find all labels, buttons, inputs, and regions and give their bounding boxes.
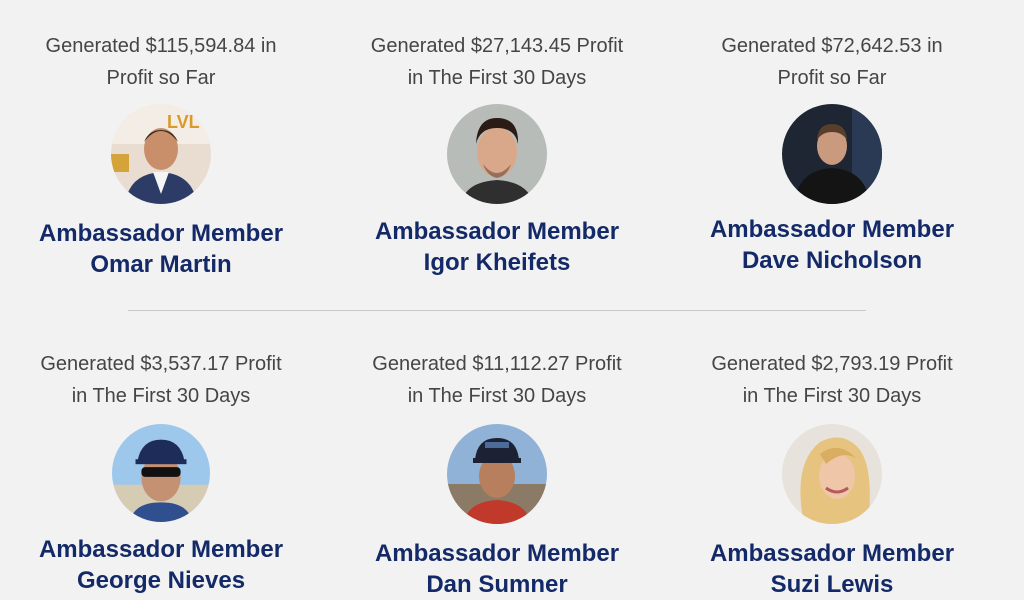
avatar-omar-martin: LVL [111,104,211,204]
member-title: Ambassador Member [374,218,620,245]
avatar-dave-nicholson [782,104,882,204]
testimonial-card-dan-sumner: Generated $11,112.27 Profit in The First … [347,348,647,600]
member-name: Igor Kheifets [423,249,571,276]
member-title: Ambassador Member [38,536,284,563]
member-name: Dan Sumner [426,571,568,598]
member-title: Ambassador Member [709,216,955,243]
avatar-george-nieves [112,424,210,522]
avatar-igor-kheifets [447,104,547,204]
testimonial-card-igor-kheifets: Generated $27,143.45 Profit in The First … [347,30,647,278]
profit-text: Generated $27,143.45 Profit in The First … [370,35,624,89]
member-name: Dave Nicholson [741,247,923,274]
profit-text: Generated $11,112.27 Profit in The First … [372,353,622,407]
section-divider [128,310,866,311]
member-name: George Nieves [76,567,246,594]
avatar-dan-sumner [447,424,547,524]
member-name: Omar Martin [90,251,232,278]
profit-text: Generated $3,537.17 Profit in The First 3… [40,353,282,407]
member-name: Suzi Lewis [770,571,894,598]
svg-text:LVL: LVL [167,112,200,132]
testimonial-card-omar-martin: Generated $115,594.84 in Profit so Far LV… [11,30,311,280]
testimonial-card-suzi-lewis: Generated $2,793.19 Profit in The First 3… [682,348,982,600]
profit-text: Generated $2,793.19 Profit in The First 3… [711,353,953,407]
testimonial-card-george-nieves: Generated $3,537.17 Profit in The First 3… [11,348,311,596]
member-title: Ambassador Member [709,540,955,567]
member-title: Ambassador Member [374,540,620,567]
testimonial-card-dave-nicholson: Generated $72,642.53 in Profit so Far Amb… [682,30,982,276]
member-title: Ambassador Member [38,220,284,247]
avatar-suzi-lewis [782,424,882,524]
profit-text: Generated $115,594.84 in Profit so Far [45,35,277,89]
profit-text: Generated $72,642.53 in Profit so Far [721,35,943,89]
